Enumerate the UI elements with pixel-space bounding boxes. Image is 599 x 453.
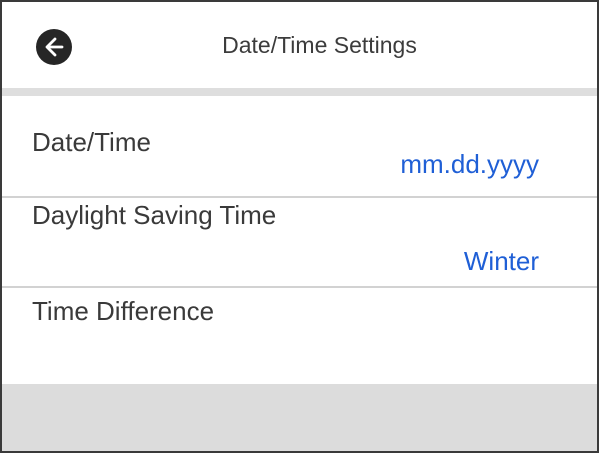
setting-value-date-time: mm.dd.yyyy — [400, 149, 539, 179]
date-time-settings-screen: Date/Time Settings Date/Time mm.dd.yyyy … — [0, 0, 599, 453]
setting-row-daylight-saving-time[interactable]: Daylight Saving Time Winter — [2, 198, 597, 286]
setting-value-daylight-saving-time: Winter — [463, 246, 539, 276]
setting-label-date-time: Date/Time — [32, 127, 151, 157]
footer-bar — [2, 384, 597, 451]
setting-row-date-time[interactable]: Date/Time mm.dd.yyyy — [2, 96, 597, 196]
setting-label-time-difference: Time Difference — [32, 296, 215, 326]
page-title: Date/Time Settings — [222, 32, 417, 58]
setting-label-daylight-saving-time: Daylight Saving Time — [32, 200, 277, 230]
header-divider — [2, 88, 597, 96]
header-bar: Date/Time Settings — [2, 2, 597, 88]
setting-row-time-difference[interactable]: Time Difference — [2, 288, 597, 384]
